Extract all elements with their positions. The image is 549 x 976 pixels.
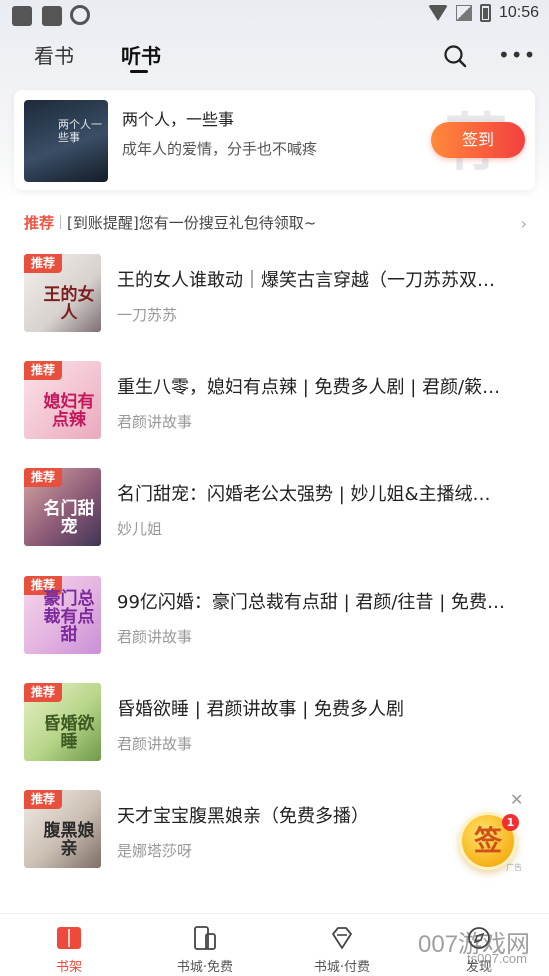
- recommend-badge: 推荐: [24, 790, 62, 809]
- book-title: 重生八零，媳妇有点辣 | 免费多人剧 | 君颜/簌…: [117, 377, 501, 398]
- phone-book-icon: [194, 926, 216, 950]
- book-item[interactable]: 推荐 王的女人 王的女人谁敢动｜爆笑古言穿越（一刀苏苏双… 一刀苏苏: [24, 254, 529, 334]
- book-title: 王的女人谁敢动｜爆笑古言穿越（一刀苏苏双…: [117, 270, 495, 291]
- notice-tag: 推荐: [24, 213, 55, 232]
- book-cover: 推荐 腹黑娘亲: [24, 790, 101, 868]
- banner-subtitle: 成年人的爱情，分手也不喊疼: [122, 140, 318, 158]
- recommend-badge: 推荐: [24, 361, 62, 380]
- book-cover: 推荐 王的女人: [24, 254, 101, 332]
- book-title: 名门甜宠：闪婚老公太强势 | 妙儿姐&主播绒…: [117, 484, 491, 505]
- cover-title: 名门甜宠: [43, 499, 95, 537]
- cover-title: 豪门总裁有点甜: [43, 589, 95, 645]
- book-title: 昏婚欲睡 | 君颜讲故事 | 免费多人剧: [117, 699, 405, 720]
- book-cover: 推荐 昏婚欲睡: [24, 683, 101, 761]
- book-author: 一刀苏苏: [117, 306, 178, 324]
- nav-bookshelf[interactable]: 书架: [14, 914, 124, 976]
- cover-title: 王的女人: [43, 285, 95, 323]
- book-author: 君颜讲故事: [117, 628, 193, 646]
- book-cover: 推荐 豪门总裁有点甜: [24, 576, 101, 654]
- book-author: 君颜讲故事: [117, 735, 193, 753]
- banner-cover-image: 两个人一些事: [24, 100, 108, 182]
- notice-text: [到账提醒]您有一份搜豆礼包待领取~: [67, 213, 317, 232]
- book-item[interactable]: 推荐 腹黑娘亲 天才宝宝腹黑娘亲（免费多播） 是娜塔莎呀: [24, 790, 529, 870]
- bookshelf-icon: [57, 927, 81, 949]
- book-title: 天才宝宝腹黑娘亲（免费多播）: [117, 806, 369, 827]
- checkin-button[interactable]: 签到: [431, 122, 525, 158]
- book-cover: 推荐 名门甜宠: [24, 468, 101, 546]
- search-icon[interactable]: [443, 44, 467, 68]
- book-cover: 推荐 媳妇有点辣: [24, 361, 101, 439]
- wifi-icon: [427, 5, 448, 21]
- sync-icon: [70, 5, 90, 25]
- cover-title: 腹黑娘亲: [43, 821, 95, 859]
- nav-label: 书城·付费: [313, 960, 371, 975]
- book-item[interactable]: 推荐 豪门总裁有点甜 99亿闪婚：豪门总裁有点甜 | 君颜/往昔 | 免费… 君…: [24, 576, 529, 656]
- nav-label: 书城·免费: [176, 960, 234, 975]
- tab-read[interactable]: 看书: [34, 40, 74, 69]
- recommend-notice[interactable]: 推荐 [到账提醒]您有一份搜豆礼包待领取~ ›: [24, 211, 529, 234]
- more-icon[interactable]: •••: [498, 44, 535, 68]
- nav-store-paid[interactable]: 书城·付费: [287, 914, 397, 976]
- tab-active-indicator: [130, 70, 148, 73]
- chevron-right-icon: ›: [520, 214, 527, 233]
- banner-cover-text: 两个人一些事: [58, 118, 102, 144]
- featured-banner[interactable]: 两个人一些事 荐 两个人，一些事 成年人的爱情，分手也不喊疼 签到: [14, 90, 535, 190]
- ad-label: 广告: [506, 863, 522, 872]
- nav-store-free[interactable]: 书城·免费: [150, 914, 260, 976]
- recommend-badge: 推荐: [24, 683, 62, 702]
- status-bar: 10:56: [0, 0, 549, 32]
- notification-icon: [12, 6, 32, 26]
- site-watermark-url: ts007.com: [467, 951, 527, 966]
- book-item[interactable]: 推荐 昏婚欲睡 昏婚欲睡 | 君颜讲故事 | 免费多人剧 君颜讲故事: [24, 683, 529, 763]
- recommend-badge: 推荐: [24, 254, 62, 273]
- book-author: 君颜讲故事: [117, 413, 193, 431]
- signal-icon: [455, 5, 472, 21]
- battery-icon: [479, 4, 491, 22]
- close-icon[interactable]: ✕: [510, 790, 523, 809]
- tab-listen[interactable]: 听书: [121, 40, 161, 69]
- book-item[interactable]: 推荐 名门甜宠 名门甜宠：闪婚老公太强势 | 妙儿姐&主播绒… 妙儿姐: [24, 468, 529, 548]
- notification-badge: 1: [502, 814, 519, 831]
- book-author: 妙儿姐: [117, 520, 163, 538]
- nav-label: 书架: [55, 960, 82, 975]
- book-title: 99亿闪婚：豪门总裁有点甜 | 君颜/往昔 | 免费…: [117, 592, 505, 613]
- notification-icon: [42, 6, 62, 26]
- book-item[interactable]: 推荐 媳妇有点辣 重生八零，媳妇有点辣 | 免费多人剧 | 君颜/簌… 君颜讲故…: [24, 361, 529, 441]
- recommend-badge: 推荐: [24, 468, 62, 487]
- cover-title: 昏婚欲睡: [43, 714, 95, 752]
- divider: [60, 215, 62, 229]
- status-time: 10:56: [498, 4, 539, 21]
- banner-title: 两个人，一些事: [122, 110, 235, 129]
- cover-title: 媳妇有点辣: [43, 392, 95, 430]
- diamond-icon: [332, 927, 352, 949]
- book-author: 是娜塔莎呀: [117, 842, 193, 860]
